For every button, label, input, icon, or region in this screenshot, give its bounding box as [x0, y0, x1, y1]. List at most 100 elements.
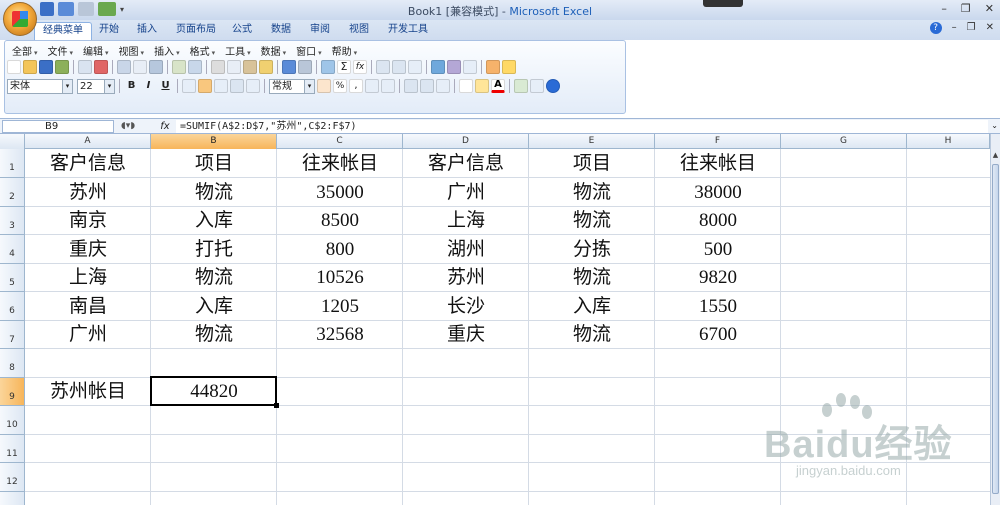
- formula-input[interactable]: =SUMIF(A$2:D$7,"苏州",C$2:F$7): [176, 120, 988, 133]
- cell-d7[interactable]: 重庆: [403, 320, 529, 349]
- cell-f6[interactable]: 1550: [655, 292, 781, 321]
- column-header-h[interactable]: H: [907, 134, 990, 149]
- paste-icon[interactable]: [243, 60, 257, 74]
- cell-b7[interactable]: 物流: [151, 320, 277, 349]
- row-header-9[interactable]: 9: [0, 378, 25, 406]
- cell-e1[interactable]: 项目: [529, 149, 655, 178]
- filter-icon[interactable]: [408, 60, 422, 74]
- align-right-icon[interactable]: [214, 79, 228, 93]
- open-icon[interactable]: [23, 60, 37, 74]
- row-header-6[interactable]: 6: [0, 292, 25, 321]
- comma-icon[interactable]: ,: [349, 79, 363, 93]
- cell-a4[interactable]: 重庆: [25, 235, 151, 264]
- cell-b5[interactable]: 物流: [151, 263, 277, 292]
- cell-f1[interactable]: 往来帐目: [655, 149, 781, 178]
- bold-button[interactable]: B: [124, 79, 139, 94]
- merge-center-icon[interactable]: [230, 79, 244, 93]
- scroll-up-icon[interactable]: ▲: [991, 151, 1000, 161]
- italic-button[interactable]: I: [141, 79, 156, 94]
- decrease-indent-icon[interactable]: [404, 79, 418, 93]
- cell-d3[interactable]: 上海: [403, 206, 529, 235]
- row-header-12[interactable]: 12: [0, 463, 25, 492]
- ribbon-minimize-icon[interactable]: –: [952, 22, 957, 34]
- cell-a2[interactable]: 苏州: [25, 178, 151, 207]
- hyperlink-icon[interactable]: [321, 60, 335, 74]
- zoom-icon[interactable]: [530, 79, 544, 93]
- menu-view[interactable]: 视图 ▾: [114, 43, 150, 58]
- cell-f3[interactable]: 8000: [655, 206, 781, 235]
- font-name-combo[interactable]: 宋体 ▾: [7, 78, 73, 94]
- row-header-5[interactable]: 5: [0, 264, 25, 292]
- cell-d1[interactable]: 客户信息: [403, 149, 529, 178]
- cell-f5[interactable]: 9820: [655, 263, 781, 292]
- spelling-icon[interactable]: [172, 60, 186, 74]
- chevron-down-icon[interactable]: ▾: [104, 79, 114, 93]
- sort-descending-icon[interactable]: [392, 60, 406, 74]
- select-all-corner[interactable]: [0, 134, 25, 149]
- row-header-13[interactable]: [0, 492, 25, 505]
- cell-style-icon[interactable]: [436, 79, 450, 93]
- row-header-10[interactable]: 10: [0, 406, 25, 435]
- wrap-text-icon[interactable]: [246, 79, 260, 93]
- cell-c1[interactable]: 往来帐目: [277, 149, 403, 178]
- row-header-4[interactable]: 4: [0, 235, 25, 264]
- cell-f2[interactable]: 38000: [655, 178, 781, 207]
- borders-icon[interactable]: [459, 79, 473, 93]
- cell-c5[interactable]: 10526: [277, 263, 403, 292]
- cell-a6[interactable]: 南昌: [25, 292, 151, 321]
- column-header-f[interactable]: F: [655, 134, 781, 149]
- column-header-b[interactable]: B: [151, 134, 277, 149]
- cell-a7[interactable]: 广州: [25, 320, 151, 349]
- redo-icon[interactable]: [78, 2, 94, 16]
- row-header-3[interactable]: 3: [0, 207, 25, 235]
- cell-a3[interactable]: 南京: [25, 206, 151, 235]
- pdf-icon[interactable]: [94, 60, 108, 74]
- menu-file[interactable]: 文件 ▾: [43, 43, 79, 58]
- column-header-c[interactable]: C: [277, 134, 403, 149]
- cell-d5[interactable]: 苏州: [403, 263, 529, 292]
- cell-b2[interactable]: 物流: [151, 178, 277, 207]
- column-header-g[interactable]: G: [781, 134, 907, 149]
- folder-icon[interactable]: [502, 60, 516, 74]
- save-icon[interactable]: [39, 60, 53, 74]
- name-box[interactable]: B9: [2, 120, 114, 133]
- customize-qat-icon[interactable]: ▾: [120, 5, 124, 14]
- sort-ascending-icon[interactable]: [376, 60, 390, 74]
- column-header-d[interactable]: D: [403, 134, 529, 149]
- insert-function-button[interactable]: fx: [156, 120, 174, 133]
- font-size-combo[interactable]: 22 ▾: [77, 78, 115, 94]
- menu-format[interactable]: 格式 ▾: [185, 43, 221, 58]
- print-preview-icon[interactable]: [133, 60, 147, 74]
- cell-a9[interactable]: 苏州帐目: [25, 377, 151, 406]
- align-left-icon[interactable]: [182, 79, 196, 93]
- pivot-icon[interactable]: [447, 60, 461, 74]
- row-header-8[interactable]: 8: [0, 349, 25, 378]
- increase-decimal-icon[interactable]: [365, 79, 379, 93]
- menu-data[interactable]: 数据 ▾: [256, 43, 292, 58]
- format-painter-icon[interactable]: [259, 60, 273, 74]
- research-icon[interactable]: [149, 60, 163, 74]
- cell-f7[interactable]: 6700: [655, 320, 781, 349]
- table-icon[interactable]: [463, 60, 477, 74]
- help-icon[interactable]: [546, 79, 560, 93]
- cell-e4[interactable]: 分拣: [529, 235, 655, 264]
- redo-icon[interactable]: [298, 60, 312, 74]
- chevron-down-icon[interactable]: ▾: [62, 79, 72, 93]
- undo-icon[interactable]: [282, 60, 296, 74]
- underline-button[interactable]: U: [158, 79, 173, 94]
- chart-icon[interactable]: [431, 60, 445, 74]
- row-header-1[interactable]: 1: [0, 149, 25, 178]
- permission-icon[interactable]: [55, 60, 69, 74]
- tab-review[interactable]: 审阅: [302, 22, 338, 40]
- close-icon[interactable]: ✕: [985, 2, 994, 15]
- name-box-dropdown-icon[interactable]: ◖▾◗: [118, 120, 138, 133]
- cell-a5[interactable]: 上海: [25, 263, 151, 292]
- cell-c3[interactable]: 8500: [277, 206, 403, 235]
- restore-icon[interactable]: ❐: [961, 2, 971, 15]
- email-icon[interactable]: [78, 60, 92, 74]
- office-button[interactable]: [3, 2, 37, 36]
- insert-function-icon[interactable]: fx: [353, 60, 367, 74]
- menu-tools[interactable]: 工具 ▾: [220, 43, 256, 58]
- drawing-icon[interactable]: [486, 60, 500, 74]
- cell-c6[interactable]: 1205: [277, 292, 403, 321]
